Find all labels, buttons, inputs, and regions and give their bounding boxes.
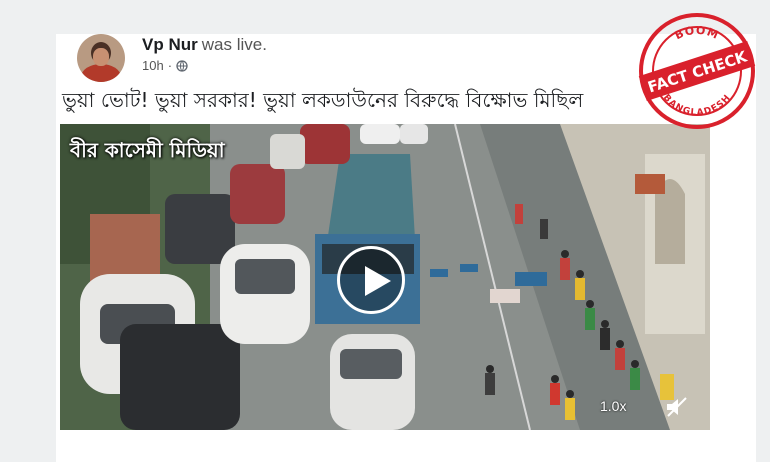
video-watermark: বীর কাসেমী মিডিয়া — [70, 138, 225, 162]
post-text: ভুয়া ভোট! ভুয়া সরকার! ভুয়া লকডাউনের ব… — [62, 88, 584, 112]
post-author-line: Vp Nur was live. — [142, 35, 267, 55]
playback-speed[interactable]: 1.0x — [600, 398, 626, 414]
video-player[interactable]: বীর কাসেমী মিডিয়া 1.0x — [60, 124, 710, 430]
stamp-bottom-text: BANGLADESH — [661, 93, 732, 118]
meta-separator: · — [167, 58, 173, 73]
play-button[interactable] — [337, 246, 405, 314]
author-status: was live. — [201, 35, 267, 54]
svg-text:BANGLADESH: BANGLADESH — [661, 93, 733, 118]
volume-muted-icon[interactable] — [664, 394, 690, 420]
play-icon — [365, 266, 391, 296]
author-name[interactable]: Vp Nur — [142, 35, 198, 54]
avatar[interactable] — [77, 34, 125, 82]
facebook-post: Vp Nur was live. 10h · ভুয়া ভোট! ভুয়া স… — [60, 34, 710, 432]
svg-text:BOOM: BOOM — [673, 24, 721, 43]
stamp-top-text: BOOM — [673, 24, 720, 43]
post-meta: 10h · — [142, 58, 188, 73]
fact-check-stamp: BOOM FACT CHECK BANGLADESH — [638, 13, 756, 129]
globe-icon — [176, 59, 188, 72]
post-time[interactable]: 10h — [142, 58, 164, 73]
